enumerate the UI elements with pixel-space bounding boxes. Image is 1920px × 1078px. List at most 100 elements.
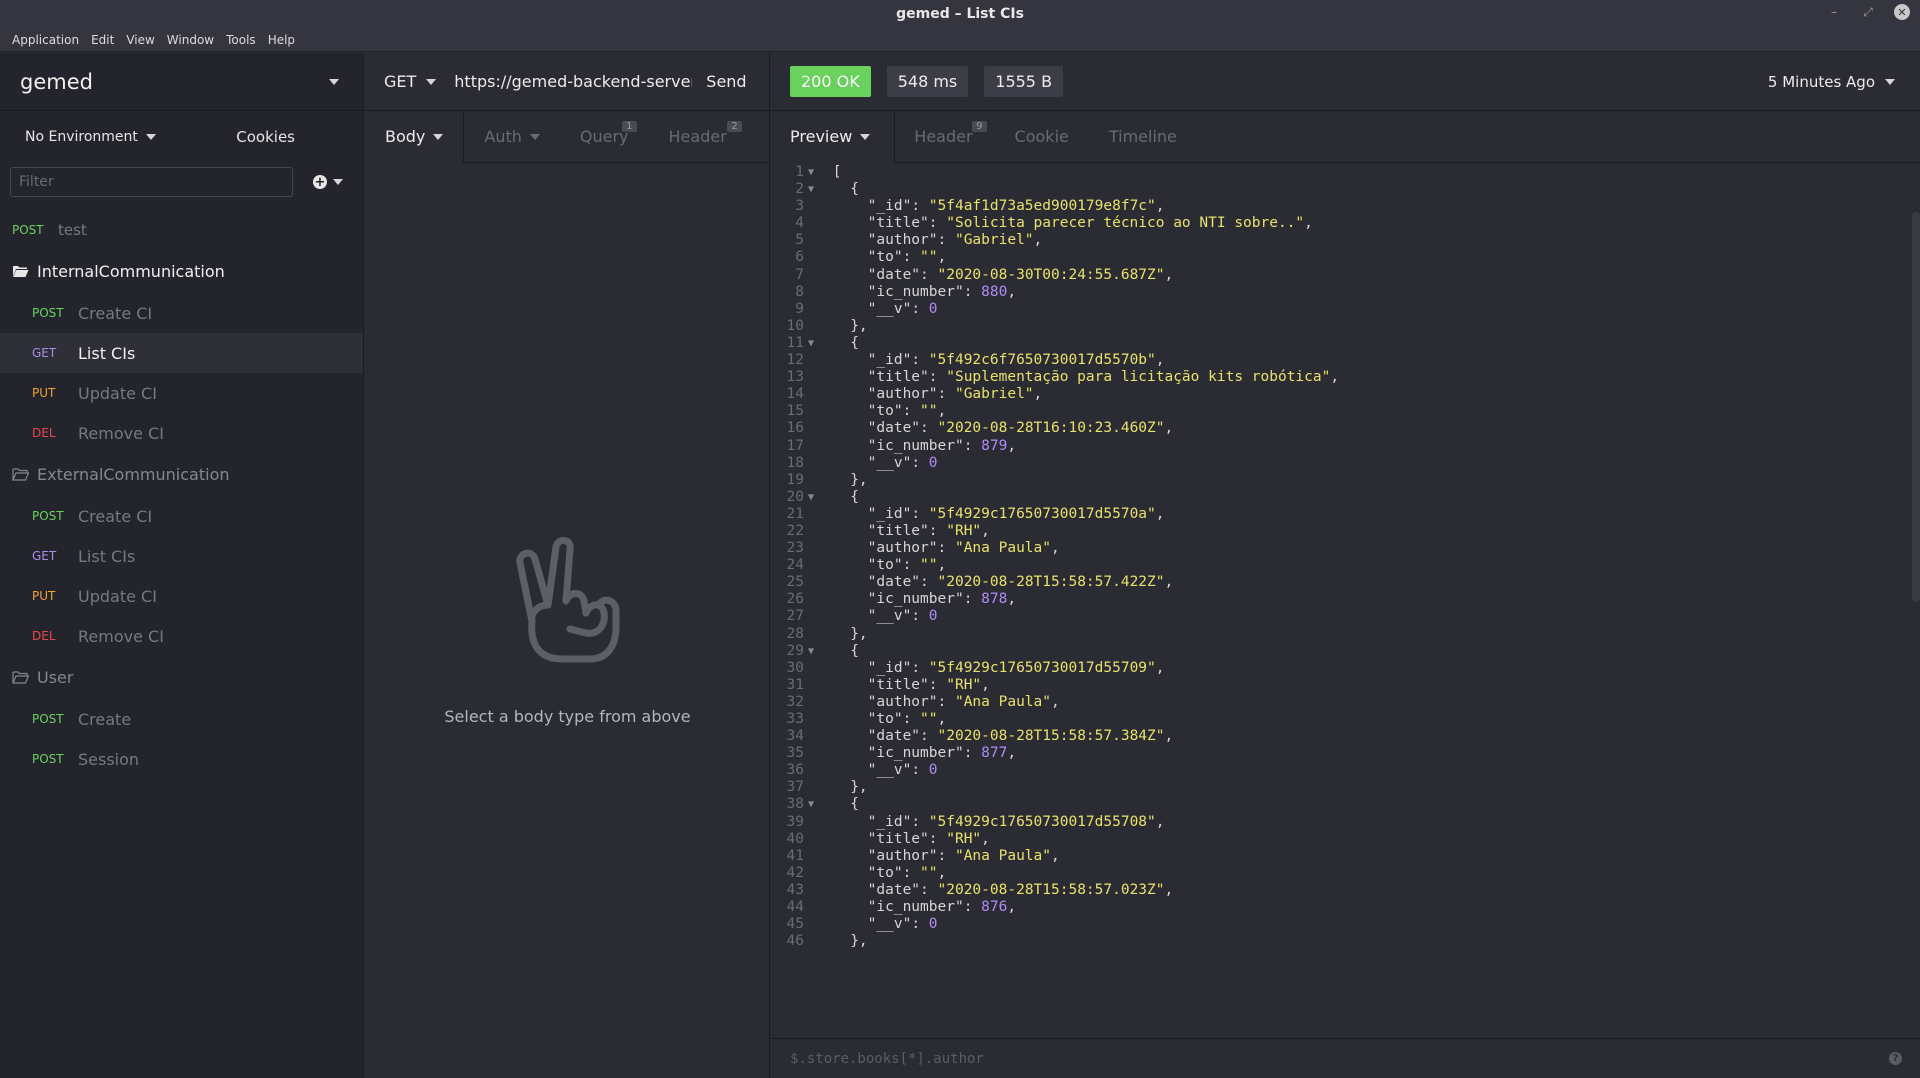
response-pane: 200 OK 548 ms 1555 B 5 Minutes Ago Previ… bbox=[771, 53, 1920, 1078]
response-status-bar: 200 OK 548 ms 1555 B 5 Minutes Ago bbox=[771, 53, 1920, 111]
response-scrollbar[interactable] bbox=[1912, 212, 1920, 602]
tab-label: Auth bbox=[484, 127, 522, 146]
menu-application[interactable]: Application bbox=[6, 33, 85, 47]
send-button[interactable]: Send bbox=[692, 72, 746, 91]
tab-label: Body bbox=[385, 127, 426, 146]
url-input[interactable]: https://gemed-backend-server.h bbox=[454, 72, 692, 91]
code-line: 9 "__v": 0 bbox=[795, 300, 938, 317]
request-item[interactable]: POST Session bbox=[0, 739, 363, 779]
method-badge: POST bbox=[32, 752, 64, 766]
window-controls: – ⤢ ✕ bbox=[1826, 4, 1910, 20]
method-badge: POST bbox=[32, 712, 64, 726]
cookies-button[interactable]: Cookies bbox=[236, 128, 295, 146]
chevron-down-icon bbox=[329, 78, 339, 85]
code-line: 40 "title": "RH", bbox=[786, 830, 990, 847]
menu-bar: Application Edit View Window Tools Help bbox=[0, 28, 1920, 52]
code-line: 14 "author": "Gabriel", bbox=[786, 386, 1043, 403]
request-item[interactable]: GET List CIs bbox=[0, 536, 363, 576]
code-line: 12 "_id": "5f492c6f7650730017d5570b", bbox=[786, 352, 1165, 369]
request-item[interactable]: DEL Remove CI bbox=[0, 413, 363, 453]
tab-header[interactable]: Header 2 bbox=[649, 111, 747, 163]
tab-cookie[interactable]: Cookie bbox=[993, 111, 1089, 163]
chevron-down-icon bbox=[433, 133, 444, 140]
tab-preview[interactable]: Preview bbox=[771, 110, 896, 163]
tab-body[interactable]: Body bbox=[365, 110, 465, 163]
request-item[interactable]: PUT Update CI bbox=[0, 576, 363, 616]
sidebar-filter-input[interactable] bbox=[10, 167, 293, 197]
code-line: 29 ▼ { bbox=[786, 642, 859, 659]
code-line: 33 "to": "", bbox=[786, 711, 947, 727]
request-item[interactable]: PUT Update CI bbox=[0, 373, 363, 413]
request-item[interactable]: POST Create CI bbox=[0, 496, 363, 536]
menu-view[interactable]: View bbox=[120, 33, 160, 47]
tab-response-header[interactable]: Header 9 bbox=[895, 111, 992, 163]
response-body-viewer[interactable]: 1 ▼ [2 ▼ {3 "_id": "5f4af1d73a5ed900179e8f… bbox=[771, 164, 1911, 1038]
request-item-active[interactable]: GET List CIs bbox=[0, 333, 363, 373]
code-line: 36 "__v": 0 bbox=[786, 762, 938, 779]
method-badge: POST bbox=[12, 223, 44, 237]
request-item[interactable]: POST Create bbox=[0, 699, 363, 739]
chevron-down-icon bbox=[529, 133, 540, 140]
chevron-down-icon bbox=[1885, 79, 1895, 85]
time-ago-label: 5 Minutes Ago bbox=[1767, 73, 1875, 91]
folder-external-communication[interactable]: ExternalCommunication bbox=[0, 453, 363, 496]
response-filter-input[interactable]: $.store.books[*].author bbox=[790, 1051, 984, 1067]
menu-edit[interactable]: Edit bbox=[85, 33, 120, 47]
request-name: Create bbox=[78, 709, 132, 729]
response-filter-bar: $.store.books[*].author ? bbox=[771, 1038, 1920, 1078]
minimize-icon[interactable]: – bbox=[1826, 4, 1842, 20]
code-line: 45 "__v": 0 bbox=[786, 916, 938, 933]
code-line: 38 ▼ { bbox=[786, 796, 859, 813]
menu-help[interactable]: Help bbox=[262, 33, 301, 47]
folder-user[interactable]: User bbox=[0, 656, 363, 699]
code-line: 42 "to": "", bbox=[786, 864, 947, 881]
code-line: 37 }, bbox=[786, 779, 868, 796]
title-bar: gemed – List CIs – ⤢ ✕ bbox=[0, 0, 1920, 28]
request-name: Remove CI bbox=[78, 626, 164, 646]
response-size-badge: 1555 B bbox=[984, 66, 1064, 97]
peace-hand-icon bbox=[515, 537, 619, 663]
http-method-selector[interactable]: GET bbox=[365, 72, 454, 91]
menu-window[interactable]: Window bbox=[161, 33, 220, 47]
tab-query[interactable]: Query 1 bbox=[560, 111, 649, 163]
response-history-dropdown[interactable]: 5 Minutes Ago bbox=[1768, 53, 1895, 111]
method-badge: POST bbox=[32, 509, 64, 523]
tab-label: Header bbox=[914, 127, 973, 146]
response-time-badge: 548 ms bbox=[886, 66, 969, 97]
request-name: List CIs bbox=[78, 546, 136, 566]
plus-circle-icon: + bbox=[313, 174, 327, 190]
code-line: 43 "date": "2020-08-28T15:58:57.023Z", bbox=[786, 881, 1174, 898]
request-name: Update CI bbox=[78, 383, 157, 403]
method-badge: PUT bbox=[32, 589, 56, 603]
environment-label: No Environment bbox=[25, 128, 138, 145]
folder-internal-communication[interactable]: InternalCommunication bbox=[0, 250, 363, 293]
code-line: 35 "ic_number": 877, bbox=[786, 745, 1017, 762]
code-line: 11 ▼ { bbox=[786, 334, 859, 351]
request-item[interactable]: DEL Remove CI bbox=[0, 616, 363, 656]
code-line: 19 }, bbox=[786, 471, 868, 488]
environment-selector[interactable]: No Environment bbox=[25, 129, 156, 145]
request-name: test bbox=[58, 221, 87, 239]
sidebar: gemed No Environment Cookies + POST test… bbox=[0, 53, 364, 1078]
code-line: 24 "to": "", bbox=[786, 557, 947, 574]
code-line: 18 "__v": 0 bbox=[786, 454, 938, 471]
menu-tools[interactable]: Tools bbox=[220, 33, 262, 47]
tab-timeline[interactable]: Timeline bbox=[1089, 111, 1197, 163]
help-icon[interactable]: ? bbox=[1889, 1052, 1902, 1065]
chevron-down-icon bbox=[426, 78, 437, 85]
count-badge: 1 bbox=[622, 120, 637, 132]
add-request-button[interactable]: + bbox=[313, 175, 343, 189]
request-item[interactable]: POST test bbox=[0, 210, 363, 250]
folder-name: User bbox=[37, 668, 74, 687]
close-icon[interactable]: ✕ bbox=[1894, 4, 1910, 20]
method-badge: POST bbox=[32, 306, 64, 320]
code-line: 5 "author": "Gabriel", bbox=[795, 232, 1043, 249]
method-badge: GET bbox=[32, 346, 57, 360]
request-item[interactable]: POST Create CI bbox=[0, 293, 363, 333]
workspace-selector[interactable]: gemed bbox=[0, 53, 363, 111]
tab-auth[interactable]: Auth bbox=[464, 111, 560, 163]
code-line: 7 "date": "2020-08-30T00:24:55.687Z", bbox=[795, 266, 1174, 283]
restore-icon[interactable]: ⤢ bbox=[1860, 4, 1876, 20]
code-line: 13 "title": "Suplementação para licitaçã… bbox=[786, 369, 1340, 386]
workspace-name: gemed bbox=[20, 69, 93, 94]
